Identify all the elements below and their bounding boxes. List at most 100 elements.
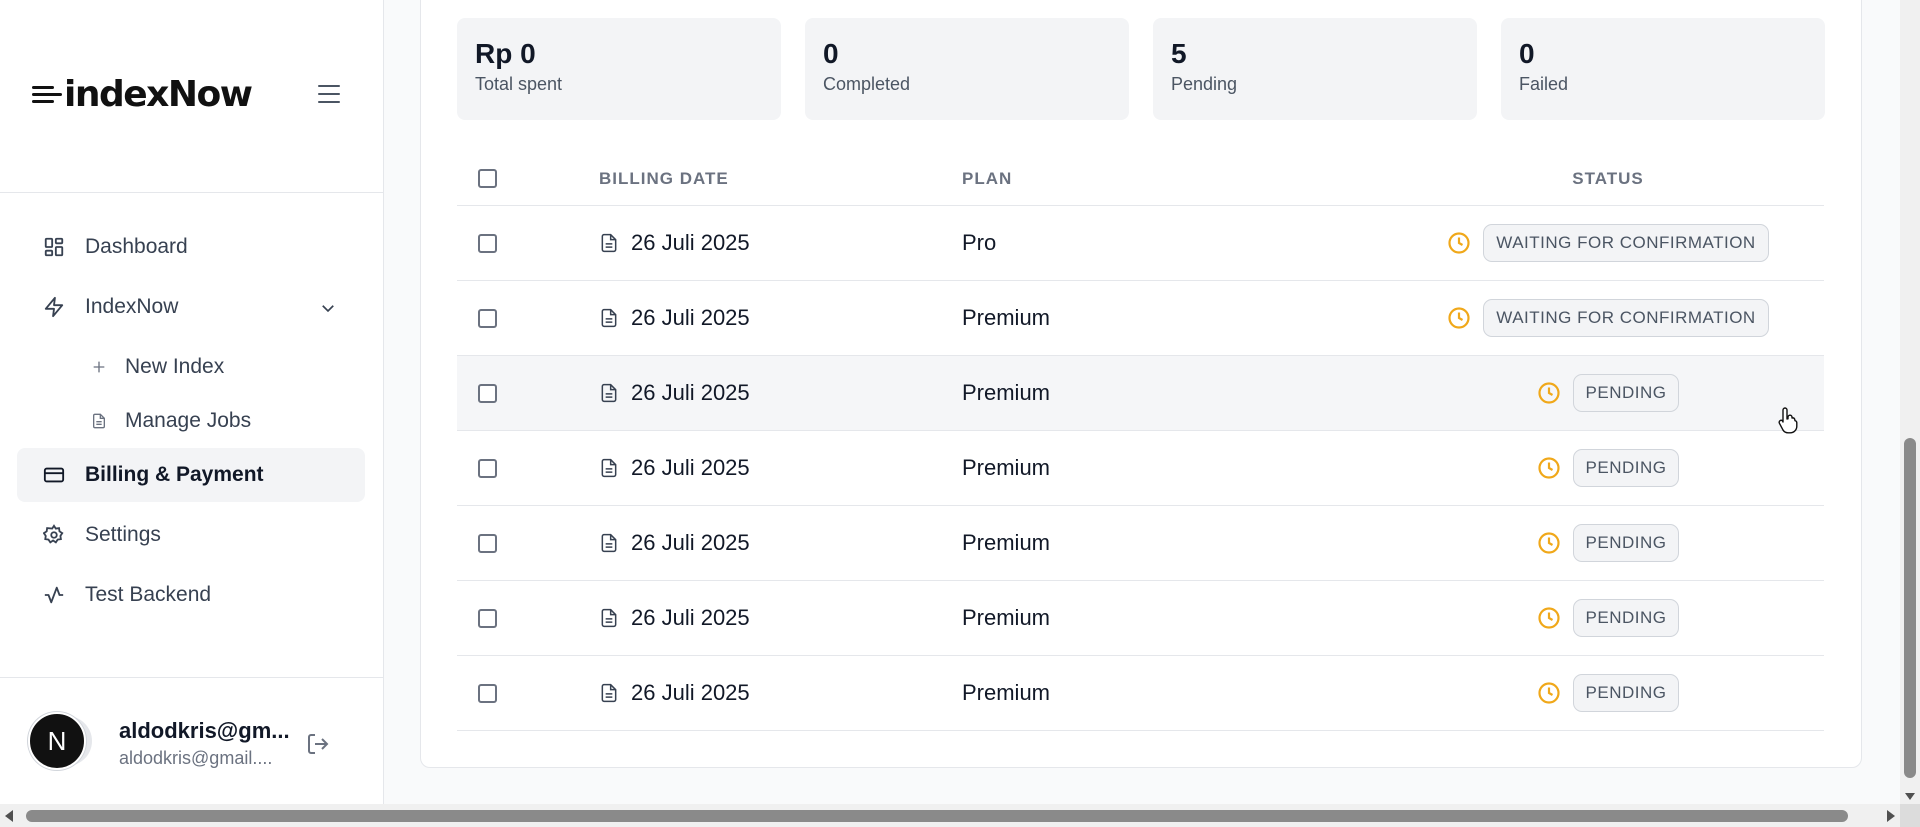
billing-date-cell: 26 Juli 2025 xyxy=(599,680,962,706)
billing-date: 26 Juli 2025 xyxy=(631,680,750,705)
status-cell: PENDING xyxy=(1392,449,1824,487)
stat-value: 0 xyxy=(1519,38,1535,69)
status-cell: PENDING xyxy=(1392,524,1824,562)
billing-date-cell: 26 Juli 2025 xyxy=(599,305,962,331)
document-icon xyxy=(599,307,619,329)
document-icon xyxy=(599,232,619,254)
file-icon xyxy=(89,412,109,430)
clock-icon xyxy=(1537,456,1561,480)
billing-date-cell: 26 Juli 2025 xyxy=(599,530,962,556)
row-checkbox[interactable] xyxy=(478,383,497,403)
clock-icon xyxy=(1537,531,1561,555)
billing-date-cell: 26 Juli 2025 xyxy=(599,230,962,256)
sidebar-item-label: Billing & Payment xyxy=(85,463,264,486)
row-checkbox[interactable] xyxy=(478,608,497,628)
billing-date: 26 Juli 2025 xyxy=(631,230,750,255)
row-check-cell xyxy=(457,608,599,628)
billing-date: 26 Juli 2025 xyxy=(631,455,750,480)
sidebar-item-settings[interactable]: Settings xyxy=(17,508,365,562)
hand-cursor-icon xyxy=(1778,407,1798,434)
plan-cell: Premium xyxy=(962,680,1051,705)
header-plan[interactable]: PLAN xyxy=(962,169,1392,189)
status-cell: PENDING xyxy=(1392,674,1824,712)
table-row[interactable]: 26 Juli 2025 Premium PENDING xyxy=(457,431,1824,506)
scroll-right-arrow-icon[interactable] xyxy=(1887,810,1895,822)
sidebar-item-billing[interactable]: Billing & Payment xyxy=(17,448,365,502)
table-row[interactable]: 26 Juli 2025 Premium PENDING xyxy=(457,506,1824,581)
header-billing-date[interactable]: BILLING DATE xyxy=(599,169,962,189)
header-status[interactable]: STATUS xyxy=(1392,169,1824,189)
status-badge: PENDING xyxy=(1572,599,1680,637)
logo-mark-icon xyxy=(32,85,62,103)
menu-toggle-icon[interactable] xyxy=(318,85,340,103)
avatar-wrap: N xyxy=(28,712,92,774)
sidebar-item-dashboard[interactable]: Dashboard xyxy=(17,220,365,274)
row-checkbox[interactable] xyxy=(478,683,497,703)
billing-date-cell: 26 Juli 2025 xyxy=(599,455,962,481)
stat-label: Failed xyxy=(1519,74,1569,94)
stat-total-spent: Rp 0 Total spent xyxy=(457,18,781,120)
status-badge: WAITING FOR CONFIRMATION xyxy=(1483,224,1769,262)
avatar[interactable]: N xyxy=(28,712,86,770)
billing-date-cell: 26 Juli 2025 xyxy=(599,605,962,631)
logout-icon[interactable] xyxy=(306,732,330,761)
table-row[interactable]: 26 Juli 2025 Premium PENDING xyxy=(457,356,1824,431)
table-row[interactable]: 26 Juli 2025 Premium WAITING FOR CONFIRM… xyxy=(457,281,1824,356)
user-profile[interactable]: N aldodkris@gm... aldodkris@gmail.... xyxy=(28,712,348,774)
billing-table: BILLING DATE PLAN STATUS 26 Juli 2025 Pr… xyxy=(457,152,1824,731)
plan-cell: Premium xyxy=(962,605,1051,630)
lightning-icon xyxy=(42,295,66,319)
stat-completed: 0 Completed xyxy=(805,18,1129,120)
stat-pending: 5 Pending xyxy=(1153,18,1477,120)
status-badge: PENDING xyxy=(1572,674,1680,712)
vertical-scrollbar[interactable] xyxy=(1900,0,1920,804)
chevron-down-icon[interactable] xyxy=(319,299,337,323)
row-checkbox[interactable] xyxy=(478,233,497,253)
scroll-left-arrow-icon[interactable] xyxy=(5,810,13,822)
status-badge: PENDING xyxy=(1572,524,1680,562)
clock-icon xyxy=(1447,231,1471,255)
status-cell: WAITING FOR CONFIRMATION xyxy=(1392,224,1824,262)
billing-date: 26 Juli 2025 xyxy=(631,530,750,555)
plus-icon xyxy=(89,359,109,375)
table-body: 26 Juli 2025 Pro WAITING FOR CONFIRMATIO… xyxy=(457,206,1824,731)
sidebar-item-label: New Index xyxy=(125,355,225,378)
document-icon xyxy=(599,457,619,479)
row-check-cell xyxy=(457,533,599,553)
plan-cell: Premium xyxy=(962,530,1051,555)
select-all-checkbox[interactable] xyxy=(478,169,497,188)
sidebar: indexNow Dashboard IndexNow New Index Ma… xyxy=(0,0,384,804)
sidebar-item-new-index[interactable]: New Index xyxy=(17,340,365,394)
billing-date: 26 Juli 2025 xyxy=(631,380,750,405)
sidebar-item-label: IndexNow xyxy=(85,295,179,318)
stat-value: 0 xyxy=(823,38,839,69)
billing-date-cell: 26 Juli 2025 xyxy=(599,380,962,406)
row-checkbox[interactable] xyxy=(478,458,497,478)
logo[interactable]: indexNow xyxy=(32,74,253,115)
table-row[interactable]: 26 Juli 2025 Premium PENDING xyxy=(457,581,1824,656)
plan-cell: Pro xyxy=(962,230,997,255)
plan-cell: Premium xyxy=(962,380,1051,405)
table-row[interactable]: 26 Juli 2025 Pro WAITING FOR CONFIRMATIO… xyxy=(457,206,1824,281)
sidebar-item-test-backend[interactable]: Test Backend xyxy=(17,568,365,622)
status-cell: PENDING xyxy=(1392,599,1824,637)
dashboard-icon xyxy=(42,235,66,259)
scroll-down-arrow-icon[interactable] xyxy=(1905,793,1915,800)
vertical-scroll-thumb[interactable] xyxy=(1904,438,1916,778)
status-badge: WAITING FOR CONFIRMATION xyxy=(1483,299,1769,337)
table-header: BILLING DATE PLAN STATUS xyxy=(457,152,1824,206)
main-content: Rp 0 Total spent 0 Completed 5 Pending 0… xyxy=(384,0,1900,804)
user-text: aldodkris@gm... aldodkris@gmail.... xyxy=(119,718,290,769)
row-checkbox[interactable] xyxy=(478,308,497,328)
horizontal-scrollbar[interactable] xyxy=(0,804,1900,827)
gear-icon xyxy=(42,523,66,547)
sidebar-item-indexnow[interactable]: IndexNow xyxy=(17,280,365,334)
sidebar-item-label: Manage Jobs xyxy=(125,409,252,432)
sidebar-item-manage-jobs[interactable]: Manage Jobs xyxy=(17,394,365,448)
sidebar-item-label: Settings xyxy=(85,523,161,546)
activity-icon xyxy=(42,583,66,607)
document-icon xyxy=(599,532,619,554)
horizontal-scroll-thumb[interactable] xyxy=(26,810,1848,822)
row-checkbox[interactable] xyxy=(478,533,497,553)
table-row[interactable]: 26 Juli 2025 Premium PENDING xyxy=(457,656,1824,731)
